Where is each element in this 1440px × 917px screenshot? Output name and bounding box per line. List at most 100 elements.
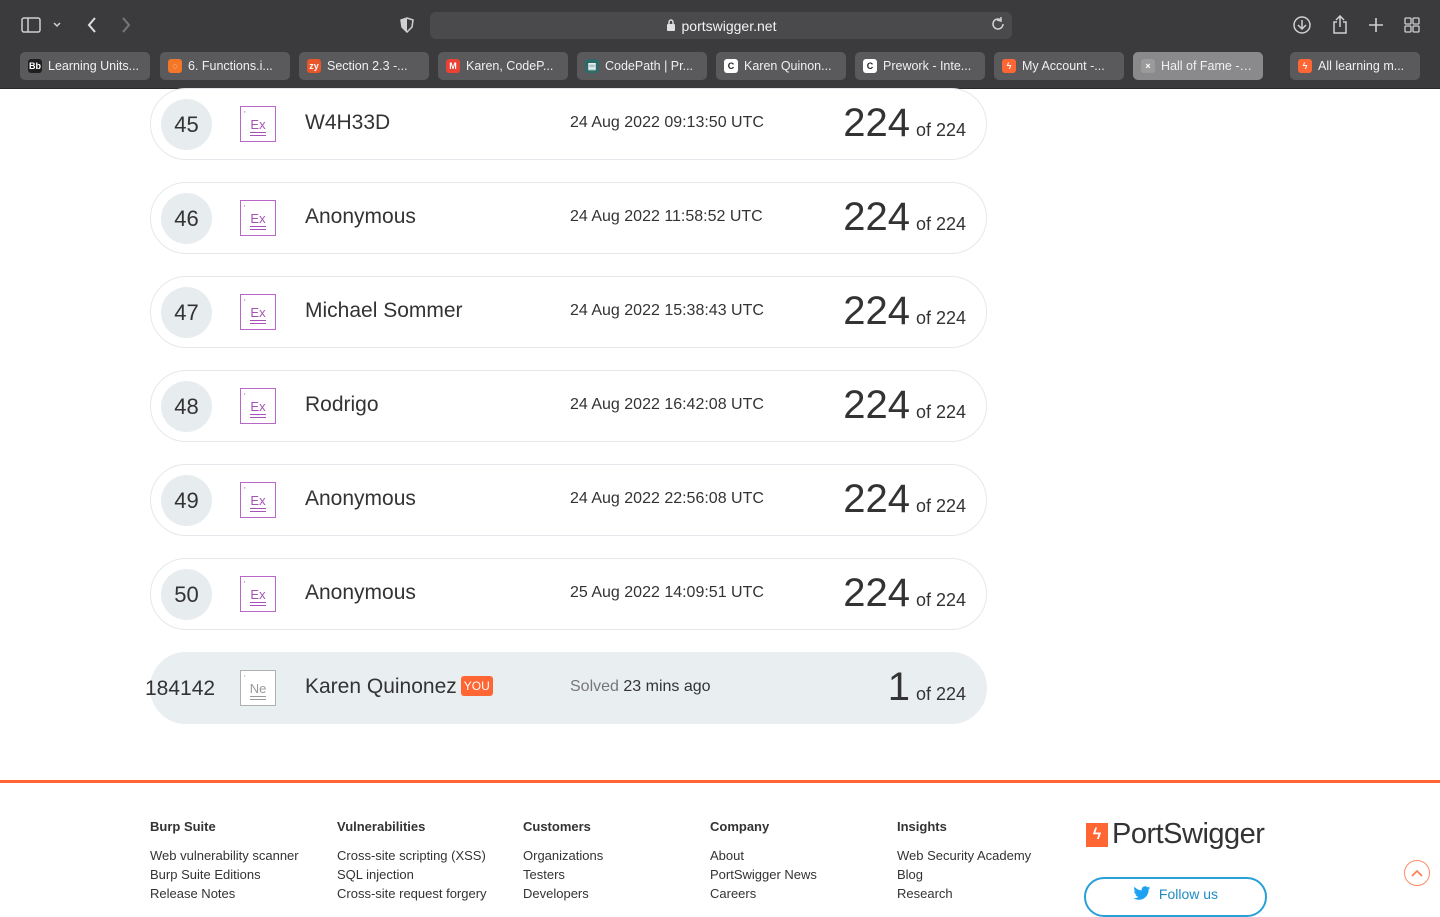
browser-tab[interactable]: ϟ All learning m... [1290,52,1420,80]
browser-tab-label: My Account -... [1022,59,1105,73]
footer-link[interactable]: Cross-site request forgery [337,886,517,901]
footer-link[interactable]: Organizations [523,848,703,863]
user-name: Rodrigo [305,393,379,416]
footer-column: Company About PortSwigger News Careers [710,819,890,905]
portswigger-icon: ϟ [1298,59,1312,73]
footer-link[interactable]: Developers [523,886,703,901]
footer-link[interactable]: Release Notes [150,886,330,901]
site-footer: Burp Suite Web vulnerability scanner Burp … [0,780,1440,917]
footer-link[interactable]: Cross-site scripting (XSS) [337,848,517,863]
browser-tab[interactable]: ϟ My Account -... [994,52,1124,80]
labs-solved-count: 224 [843,195,910,239]
labs-solved-count: 224 [843,289,910,333]
user-name: W4H33D [305,111,391,134]
browser-tab[interactable]: ▤ CodePath | Pr... [577,52,707,80]
browser-tab[interactable]: M Karen, CodeP... [438,52,568,80]
chevron-down-icon[interactable] [50,13,64,37]
footer-link[interactable]: About [710,848,890,863]
current-user-row: 184142 ' Ne Karen Quinonez YOU Solved 23 mins… [145,652,987,724]
level-abbrev: Ex [250,304,266,320]
level-abbrev: Ex [250,492,266,508]
browser-tab[interactable]: C Prework - Inte... [855,52,985,80]
level-abbrev: Ne [249,680,267,696]
footer-column: Customers Organizations Testers Developers [523,819,703,905]
browser-toolbar: portswigger.net [0,0,1440,50]
footer-link[interactable]: Careers [710,886,890,901]
tab-overview-icon[interactable] [1400,13,1424,37]
browser-tab[interactable]: × Hall of Fame - W... [1133,52,1263,80]
footer-column: Vulnerabilities Cross-site scripting (XSS… [337,819,517,905]
solved-date: 24 Aug 2022 11:58:52 UTC [570,208,763,225]
solved-date: 24 Aug 2022 22:56:08 UTC [570,490,764,507]
browser-tab-label: Hall of Fame - W... [1161,59,1255,73]
portswigger-logo-icon: ϟ [1086,822,1108,847]
gmail-icon: M [446,59,460,73]
jupyter-icon: ◌ [168,59,182,73]
share-icon[interactable] [1328,13,1352,37]
novice-level-icon: ' Ne [240,670,276,706]
expert-level-icon: ' Ex [240,106,276,142]
blackboard-icon: Bb [28,59,42,73]
tab-bar: Bb Learning Units... ◌ 6. Functions.i... zy S… [0,52,1440,80]
rank-number: 48 [161,381,212,432]
browser-tab[interactable]: ◌ 6. Functions.i... [160,52,290,80]
leaderboard-row: 47 ' Ex Michael Sommer 24 Aug 2022 15:38:43 … [150,276,987,348]
solved-time: 23 mins ago [623,678,711,695]
browser-tab[interactable]: C Karen Quinon... [716,52,846,80]
footer-link[interactable]: Web vulnerability scanner [150,848,330,863]
expert-level-icon: ' Ex [240,482,276,518]
labs-total: of 224 [915,120,966,140]
solved-label: Solved [570,678,619,695]
level-abbrev: Ex [250,398,266,414]
downloads-icon[interactable] [1290,13,1314,37]
logo-text: PortSwigger [1112,818,1265,850]
labs-total: of 224 [915,684,966,704]
follow-us-button[interactable]: Follow us [1084,877,1267,917]
footer-link[interactable]: Research [897,886,1077,901]
footer-link[interactable]: Blog [897,867,1077,882]
labs-total: of 224 [915,496,966,516]
lock-icon [666,18,676,34]
labs-solved-count: 224 [843,477,910,521]
browser-chrome: portswigger.net Bb Learning Units... ◌ 6. F… [0,0,1440,89]
you-badge: YOU [460,676,493,696]
new-tab-icon[interactable] [1364,13,1388,37]
leaderboard-row: 49 ' Ex Anonymous 24 Aug 2022 22:56:08 UTC 22… [150,464,987,536]
footer-column-heading: Customers [523,819,591,834]
twitter-icon [1133,886,1151,904]
footer-link[interactable]: PortSwigger News [710,867,890,882]
sidebar-toggle-icon[interactable] [20,13,42,37]
portswigger-logo[interactable]: ϟ PortSwigger [1086,818,1265,851]
labs-total: of 224 [915,590,966,610]
portswigger-icon: × [1141,59,1155,73]
footer-link[interactable]: Web Security Academy [897,848,1077,863]
solved-date: 24 Aug 2022 15:38:43 UTC [570,302,764,319]
codepath-icon: ▤ [585,59,599,73]
solved-date: 24 Aug 2022 09:13:50 UTC [570,114,764,131]
codepath-c-icon: C [724,59,738,73]
codepath-c-icon: C [863,59,877,73]
browser-tab[interactable]: Bb Learning Units... [20,52,150,80]
labs-total: of 224 [915,402,966,422]
rank-number: 49 [161,475,212,526]
reload-icon[interactable] [990,16,1006,35]
footer-link[interactable]: Burp Suite Editions [150,867,330,882]
forward-icon[interactable] [116,13,136,37]
privacy-shield-icon[interactable] [397,13,417,37]
address-bar[interactable]: portswigger.net [430,12,1012,39]
scroll-to-top-icon[interactable] [1404,860,1430,886]
rank-number: 46 [161,193,212,244]
labs-solved-count: 224 [843,571,910,615]
back-icon[interactable] [82,13,102,37]
url-text: portswigger.net [681,17,777,34]
browser-tab[interactable]: zy Section 2.3 -... [299,52,429,80]
footer-column: Burp Suite Web vulnerability scanner Burp … [150,819,330,905]
user-name: Michael Sommer [305,299,463,322]
footer-column-heading: Company [710,819,770,834]
footer-link[interactable]: Testers [523,867,703,882]
footer-link[interactable]: SQL injection [337,867,517,882]
browser-tab-label: Karen, CodeP... [466,59,554,73]
browser-tab-label: 6. Functions.i... [188,59,273,73]
labs-solved-count: 224 [843,383,910,427]
footer-column-heading: Vulnerabilities [337,819,426,834]
